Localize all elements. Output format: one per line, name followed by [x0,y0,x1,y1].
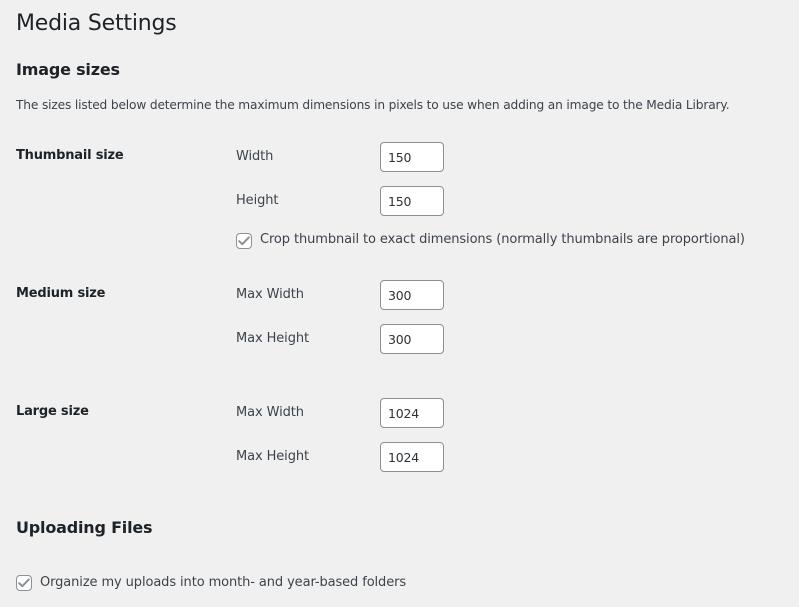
large-size-label: Large size [16,404,89,419]
thumbnail-width-input[interactable] [380,142,444,172]
checkmark-icon [18,578,30,588]
large-height-label: Max Height [236,449,309,464]
organize-uploads-checkbox[interactable] [16,575,32,591]
medium-size-label: Medium size [16,286,106,301]
crop-thumbnail-checkbox[interactable] [236,233,252,249]
organize-uploads-label[interactable]: Organize my uploads into month- and year… [40,574,406,592]
thumbnail-height-input[interactable] [380,186,444,216]
checkmark-icon [238,236,250,246]
thumbnail-width-label: Width [236,149,274,164]
thumbnail-size-label: Thumbnail size [16,148,124,163]
image-sizes-description: The sizes listed below determine the max… [16,98,730,112]
image-sizes-heading: Image sizes [16,60,120,79]
medium-height-input[interactable] [380,324,444,354]
medium-width-input[interactable] [380,280,444,310]
thumbnail-height-label: Height [236,193,279,208]
page-title: Media Settings [16,11,177,36]
large-height-input[interactable] [380,442,444,472]
uploading-files-heading: Uploading Files [16,518,153,537]
medium-height-label: Max Height [236,331,309,346]
large-width-input[interactable] [380,398,444,428]
medium-width-label: Max Width [236,287,304,302]
crop-thumbnail-label[interactable]: Crop thumbnail to exact dimensions (norm… [260,231,745,249]
large-width-label: Max Width [236,405,304,420]
